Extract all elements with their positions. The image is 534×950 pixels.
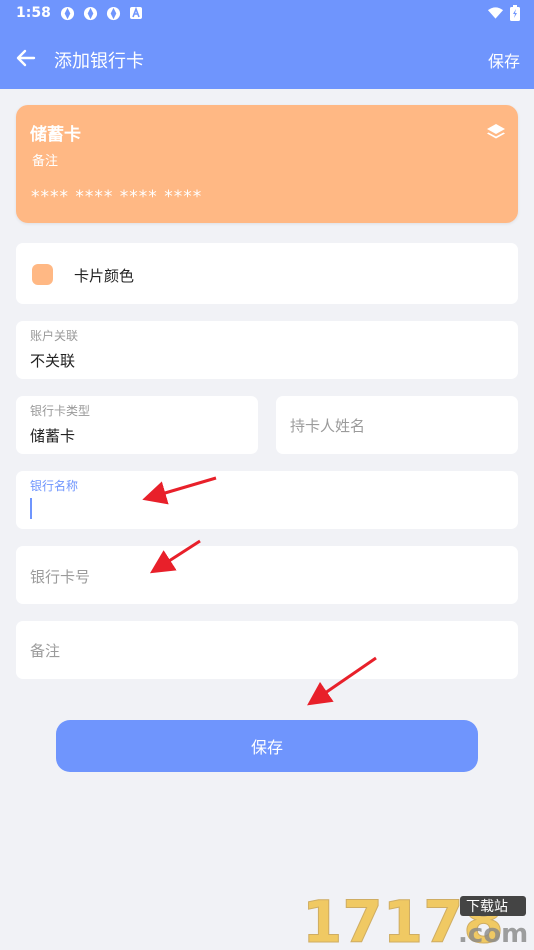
- app-notification-icon: [83, 6, 98, 21]
- card-type-field[interactable]: 银行卡类型 储蓄卡: [16, 396, 258, 454]
- svg-text:下载站: 下载站: [466, 899, 508, 915]
- battery-icon: [510, 5, 520, 21]
- notification-icons: [60, 6, 144, 21]
- note-field[interactable]: 备注: [16, 621, 518, 679]
- note-placeholder: 备注: [30, 642, 61, 660]
- card-preview-number: **** **** **** ****: [31, 187, 203, 207]
- holder-name-placeholder: 持卡人姓名: [290, 417, 366, 435]
- card-type-value: 储蓄卡: [30, 427, 76, 445]
- svg-text:.com: .com: [458, 919, 528, 948]
- status-time: 1:58: [16, 5, 51, 21]
- card-color-swatch[interactable]: [32, 264, 53, 285]
- text-cursor: [30, 498, 32, 519]
- bank-name-field[interactable]: 银行名称: [16, 471, 518, 529]
- card-number-placeholder: 银行卡号: [30, 568, 91, 586]
- app-notification-icon: [60, 6, 75, 21]
- save-button[interactable]: 保存: [56, 720, 478, 772]
- card-preview-type: 储蓄卡: [30, 125, 81, 145]
- back-arrow-icon[interactable]: [14, 46, 40, 70]
- account-link-field[interactable]: 账户关联 不关联: [16, 321, 518, 379]
- card-number-field[interactable]: 银行卡号: [16, 546, 518, 604]
- watermark-logo: 17178 下载站 .com: [300, 888, 530, 950]
- card-type-label: 银行卡类型: [30, 404, 91, 418]
- holder-name-field[interactable]: 持卡人姓名: [276, 396, 518, 454]
- card-preview-note: 备注: [32, 154, 59, 169]
- card-color-label: 卡片颜色: [74, 267, 135, 285]
- status-bar: 1:58: [0, 0, 534, 28]
- top-bar: 1:58 添加银行卡 保存: [0, 0, 534, 89]
- card-color-row[interactable]: 卡片颜色: [16, 243, 518, 304]
- app-notification-icon: [106, 6, 121, 21]
- account-link-label: 账户关联: [30, 329, 79, 343]
- app-bar: 添加银行卡 保存: [0, 34, 534, 82]
- wifi-icon: [487, 7, 504, 19]
- page-title: 添加银行卡: [54, 51, 144, 72]
- card-preview: 储蓄卡 备注 **** **** **** ****: [16, 105, 518, 223]
- layers-icon: [486, 122, 506, 142]
- account-link-value: 不关联: [30, 352, 76, 370]
- appbar-save-button[interactable]: 保存: [488, 48, 520, 72]
- text-notification-icon: [129, 6, 144, 21]
- bank-name-label: 银行名称: [30, 479, 79, 493]
- system-icons: [487, 5, 520, 21]
